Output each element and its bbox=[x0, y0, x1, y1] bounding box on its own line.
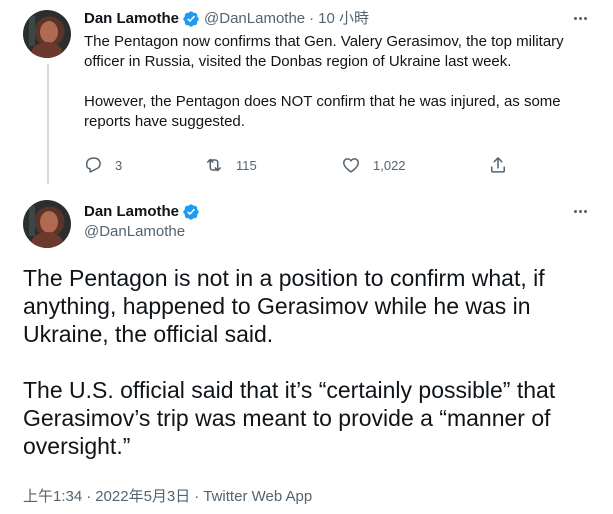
thread-connector-line bbox=[47, 64, 49, 184]
tweet-action-bar: 3 115 1,022 bbox=[80, 155, 520, 179]
reply-count: 3 bbox=[115, 157, 123, 173]
main-tweet-text: The Pentagon is not in a position to con… bbox=[23, 264, 593, 488]
reply-icon bbox=[86, 157, 101, 173]
tweet-metadata: 上午1:34 · 2022年5月3日 · Twitter Web App bbox=[23, 487, 312, 507]
tweet-timestamp[interactable]: 10 小時 bbox=[318, 9, 369, 29]
main-tweet-header: Dan Lamothe bbox=[84, 202, 204, 222]
tweet-paragraph: However, the Pentagon does NOT confirm t… bbox=[84, 93, 561, 130]
tweet-paragraph: The Pentagon is not in a position to con… bbox=[23, 265, 545, 347]
verified-badge-icon bbox=[183, 204, 199, 220]
tweet-paragraph: The Pentagon now confirms that Gen. Vale… bbox=[84, 33, 564, 70]
retweet-icon bbox=[207, 158, 221, 172]
separator-dot: · bbox=[86, 488, 92, 505]
more-dots-icon bbox=[573, 16, 577, 20]
heart-icon bbox=[343, 158, 359, 173]
author-display-name[interactable]: Dan Lamothe bbox=[84, 202, 179, 222]
avatar[interactable] bbox=[23, 200, 71, 248]
reply-button[interactable]: 3 bbox=[83, 155, 122, 175]
reply-tweet-text: The Pentagon now confirms that Gen. Vale… bbox=[84, 32, 574, 152]
tweet-date[interactable]: 2022年5月3日 bbox=[95, 488, 190, 505]
tweet-source[interactable]: Twitter Web App bbox=[203, 488, 312, 505]
more-options-button[interactable] bbox=[570, 8, 590, 28]
reply-tweet-header: Dan Lamothe @DanLamothe · 10 小時 bbox=[84, 9, 369, 29]
like-count: 1,022 bbox=[373, 157, 406, 173]
share-button[interactable] bbox=[488, 155, 508, 175]
retweet-count: 115 bbox=[236, 157, 257, 173]
more-dots-icon bbox=[573, 209, 577, 213]
verified-badge-icon bbox=[183, 11, 199, 27]
avatar[interactable] bbox=[23, 10, 71, 58]
tweet-time[interactable]: 上午1:34 bbox=[23, 488, 82, 505]
more-options-button[interactable] bbox=[570, 201, 590, 221]
tweet-paragraph: The U.S. official said that it’s “certai… bbox=[23, 377, 556, 459]
share-icon bbox=[491, 157, 505, 173]
separator-dot: · bbox=[309, 10, 315, 27]
retweet-button[interactable]: 115 bbox=[204, 155, 257, 175]
author-handle[interactable]: @DanLamothe bbox=[204, 9, 305, 29]
author-handle[interactable]: @DanLamothe bbox=[84, 222, 185, 242]
author-display-name[interactable]: Dan Lamothe bbox=[84, 9, 179, 29]
separator-dot: · bbox=[194, 488, 200, 505]
like-button[interactable]: 1,022 bbox=[341, 155, 406, 175]
